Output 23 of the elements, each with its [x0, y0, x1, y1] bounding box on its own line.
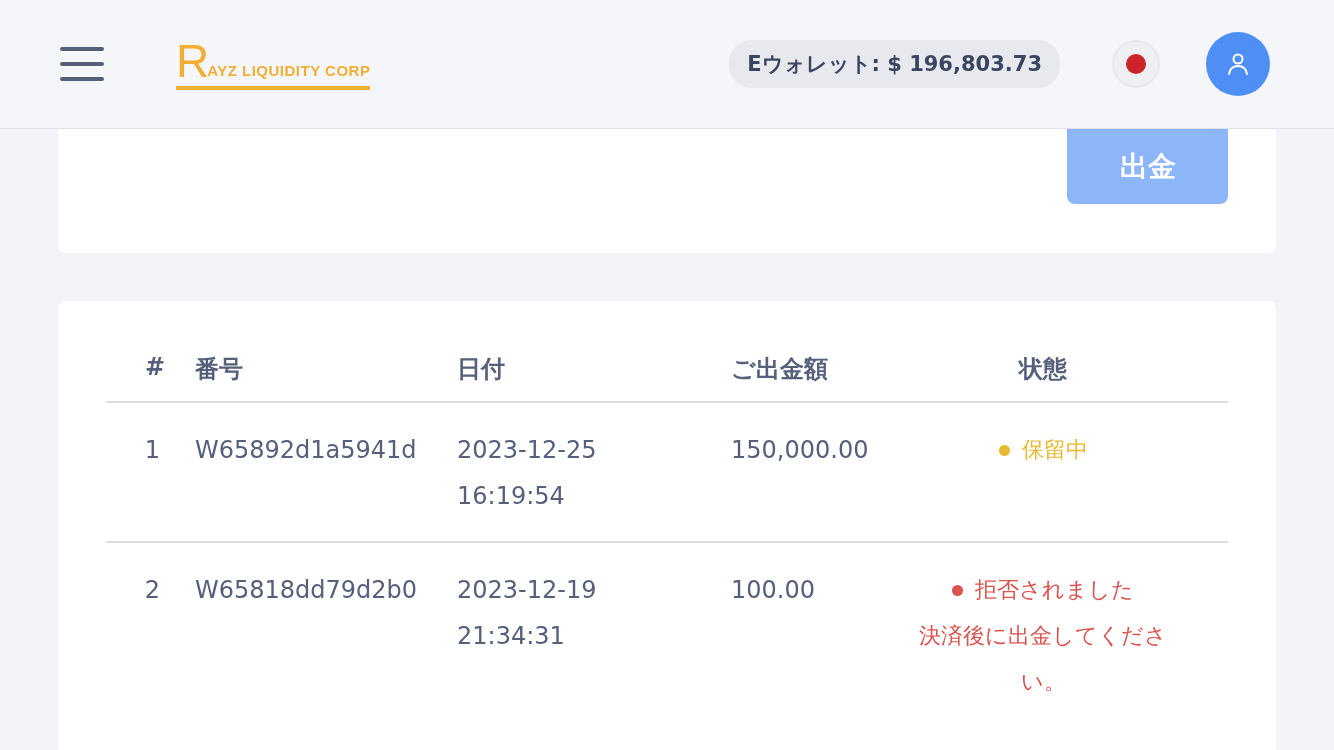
- column-header: 日付: [457, 354, 506, 385]
- table-cell-text: 100.00: [731, 575, 816, 606]
- menu-icon[interactable]: [60, 47, 104, 81]
- column-header: 番号: [195, 354, 244, 385]
- date-text: 2023-12-19: [457, 575, 598, 606]
- time-text: 21:34:31: [457, 621, 566, 652]
- table-cell-text: 150,000.00: [731, 435, 870, 466]
- column-header: ご出金額: [731, 354, 829, 385]
- table-cell-text: W65892d1a5941d: [195, 435, 418, 466]
- company-logo[interactable]: RAYZ LIQUIDITY CORP: [176, 38, 371, 90]
- user-icon: [1227, 52, 1249, 76]
- wallet-balance: Eウォレット: $ 196,803.73: [729, 40, 1060, 88]
- table-cell-text: W65818dd79d2b0: [195, 575, 419, 606]
- date-text: 2023-12-25: [457, 435, 598, 466]
- table-cell-text: 1: [143, 435, 161, 466]
- column-header: #: [143, 353, 166, 383]
- table-cell-text: 2: [143, 575, 161, 606]
- time-text: 16:19:54: [457, 481, 566, 512]
- flag-icon[interactable]: [1112, 40, 1160, 88]
- status-text: 保留中: [1021, 436, 1088, 464]
- status-text: 拒否されました: [975, 576, 1134, 604]
- column-header: 状態: [1017, 354, 1068, 385]
- status-note: 決済後に出金してください。: [918, 622, 1168, 696]
